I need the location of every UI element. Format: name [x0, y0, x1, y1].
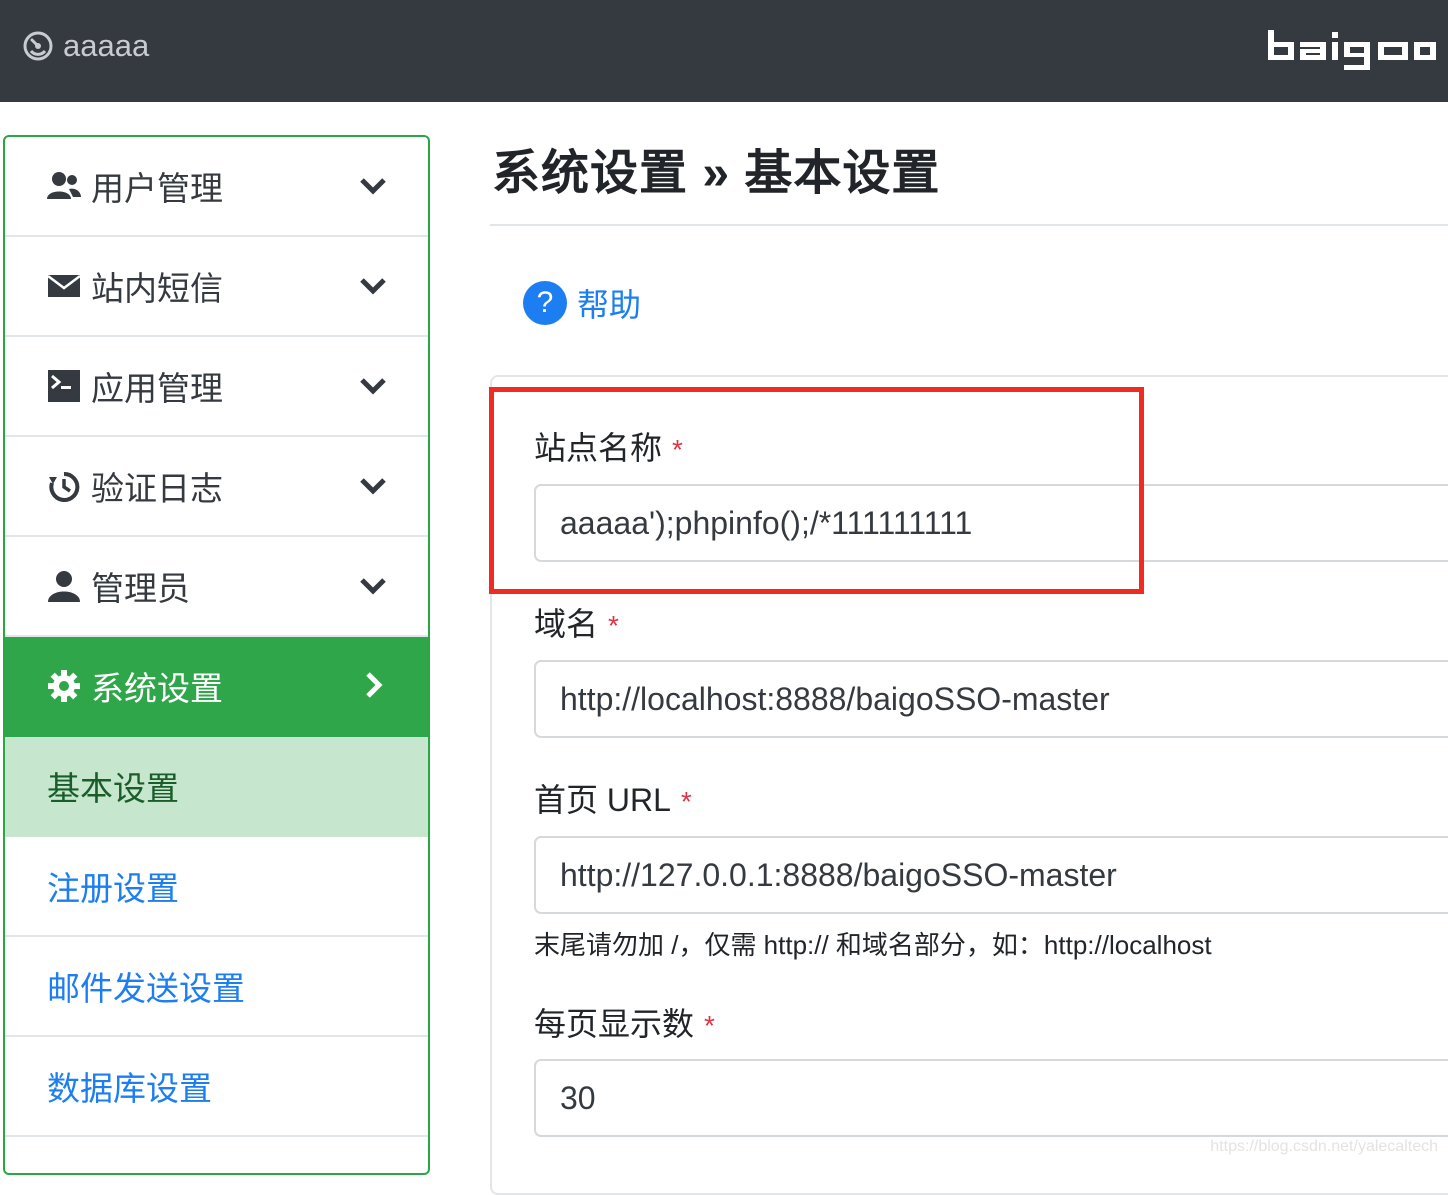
sidebar-item-label: 管理员 — [91, 562, 190, 610]
site-name-input[interactable] — [534, 484, 1448, 562]
field-label-text: 首页 URL — [534, 782, 671, 818]
required-marker: * — [704, 1010, 715, 1041]
sidebar-subitem-database-settings[interactable]: 数据库设置 — [5, 1037, 428, 1137]
site-name: aaaaa — [63, 28, 149, 64]
sidebar-item-apps[interactable]: 应用管理 — [5, 337, 428, 437]
required-marker: * — [681, 786, 692, 817]
sidebar-item-logs[interactable]: 验证日志 — [5, 437, 428, 537]
chevron-down-icon — [358, 270, 388, 300]
chevron-right-icon — [358, 670, 388, 700]
site-name-label: 站点名称 * — [534, 423, 683, 469]
dashboard-icon — [22, 30, 54, 62]
user-icon — [47, 569, 81, 603]
sidebar-item-users[interactable]: 用户管理 — [5, 137, 428, 237]
chevron-down-icon — [358, 170, 388, 200]
history-icon — [47, 469, 81, 503]
baigo-logo — [1266, 28, 1438, 72]
chevron-down-icon — [358, 570, 388, 600]
page-title: 系统设置 » 基本设置 — [492, 133, 940, 203]
sidebar: 用户管理 站内短信 应用管理 验证日志 管理员 — [3, 135, 430, 1175]
gear-icon — [47, 669, 81, 703]
help-label: 帮助 — [577, 280, 641, 326]
per-page-input[interactable] — [534, 1059, 1448, 1137]
sidebar-item-label: 验证日志 — [91, 462, 223, 510]
domain-label: 域名 * — [534, 599, 619, 645]
sidebar-subitem-mail-settings[interactable]: 邮件发送设置 — [5, 937, 428, 1037]
sidebar-item-system-settings[interactable]: 系统设置 — [5, 637, 428, 737]
users-icon — [47, 169, 81, 203]
sidebar-subitem-basic-settings[interactable]: 基本设置 — [5, 737, 428, 837]
home-url-label: 首页 URL * — [534, 775, 692, 821]
watermark: https://blog.csdn.net/yalecaltech — [1210, 1138, 1438, 1156]
sidebar-item-label: 系统设置 — [91, 662, 223, 710]
home-url-hint: 末尾请勿加 /，仅需 http:// 和域名部分，如：http://localh… — [534, 925, 1212, 962]
site-home-link[interactable]: aaaaa — [22, 28, 149, 64]
domain-input[interactable] — [534, 660, 1448, 738]
sidebar-item-label: 站内短信 — [91, 262, 223, 310]
field-label-text: 每页显示数 — [534, 1006, 694, 1042]
sidebar-item-label: 应用管理 — [91, 362, 223, 410]
envelope-icon — [47, 269, 81, 303]
chevron-down-icon — [358, 370, 388, 400]
title-divider — [490, 224, 1448, 226]
chevron-down-icon — [358, 470, 388, 500]
home-url-input[interactable] — [534, 836, 1448, 914]
terminal-icon — [47, 369, 81, 403]
field-label-text: 域名 — [534, 606, 598, 642]
required-marker: * — [608, 610, 619, 641]
help-link[interactable]: ? 帮助 — [523, 282, 641, 324]
per-page-label: 每页显示数 * — [534, 999, 715, 1045]
question-circle-icon: ? — [523, 281, 567, 325]
sidebar-item-admins[interactable]: 管理员 — [5, 537, 428, 637]
sidebar-item-messages[interactable]: 站内短信 — [5, 237, 428, 337]
field-label-text: 站点名称 — [534, 430, 662, 466]
sidebar-subitem-register-settings[interactable]: 注册设置 — [5, 837, 428, 937]
required-marker: * — [672, 434, 683, 465]
sidebar-item-label: 用户管理 — [91, 162, 223, 210]
top-navbar: aaaaa — [0, 0, 1448, 102]
